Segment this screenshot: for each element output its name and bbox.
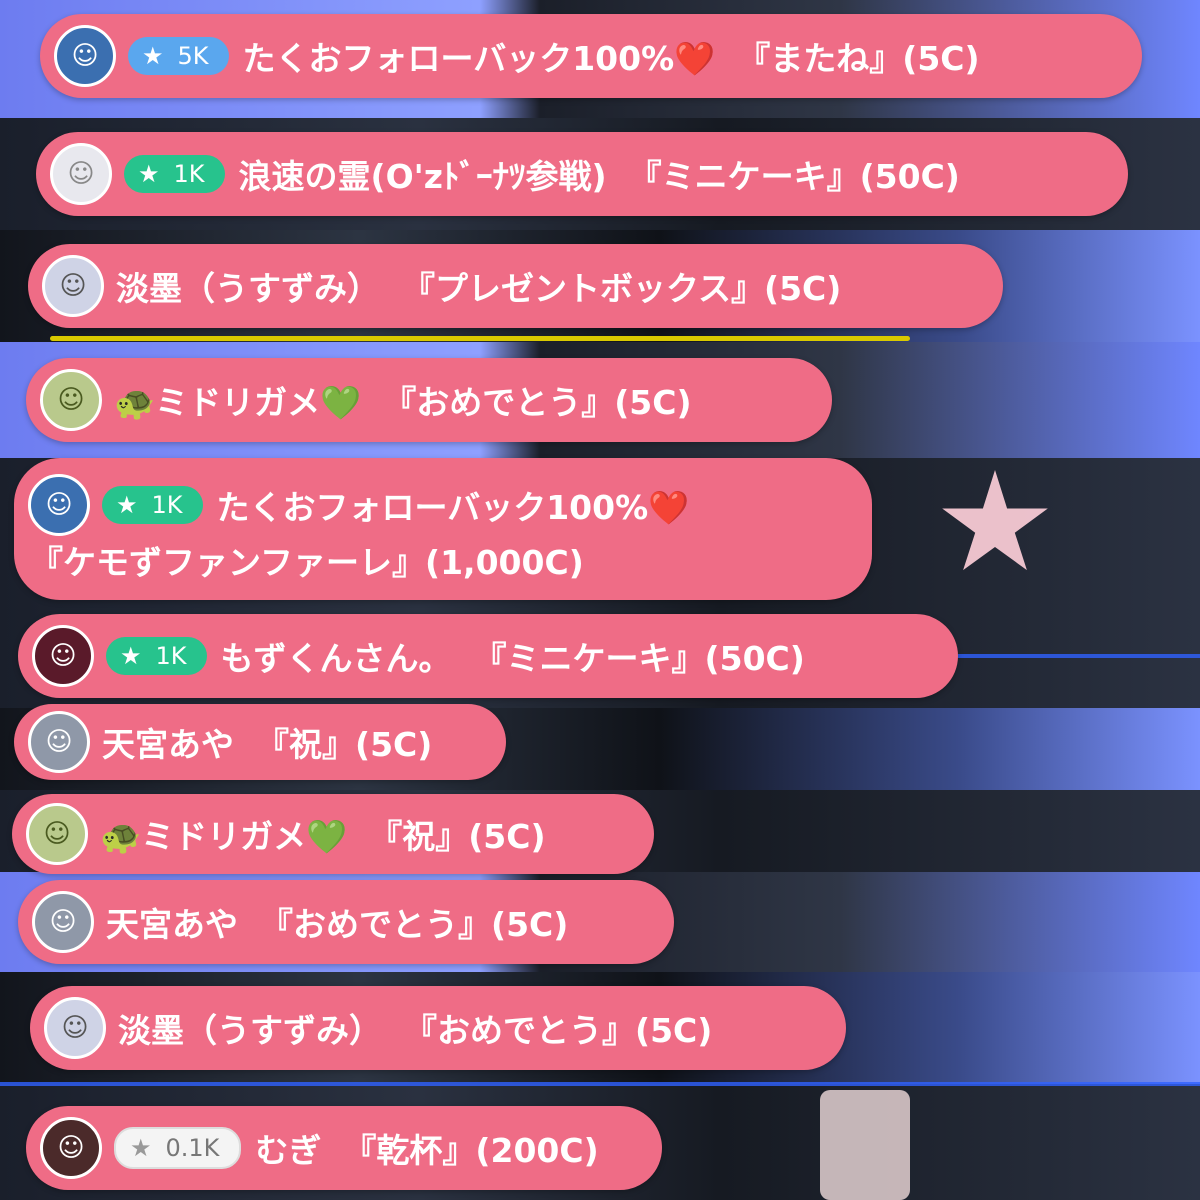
commenter-name: むぎ: [255, 1131, 322, 1170]
commenter-name: もずくんさん。: [220, 639, 452, 678]
commenter-name: 淡墨（うすずみ）: [118, 1011, 382, 1050]
commenter-name: たくおフォローバック100%❤️: [242, 39, 716, 78]
shark-avatar-icon[interactable]: ☺: [32, 625, 94, 687]
dark-hair-girl-avatar-icon[interactable]: ☺: [40, 1117, 102, 1179]
commenter-name: 🐢ミドリガメ💚: [114, 383, 362, 422]
green-hair-avatar-icon[interactable]: ☺: [40, 369, 102, 431]
gray-hair-avatar-icon[interactable]: ☺: [28, 711, 90, 773]
glasses-avatar-icon[interactable]: ☺: [44, 997, 106, 1059]
comment-pill: ☺ ★ 1K もずくんさん。 『ミニケーキ』(50C): [18, 614, 958, 698]
gift-text: 『またね』(5C): [737, 39, 980, 78]
commenter-name: 天宮あや: [102, 725, 234, 764]
comment-pill: ☺ 淡墨（うすずみ） 『プレゼントボックス』(5C): [28, 244, 1003, 328]
gift-text: 『プレゼントボックス』(5C): [402, 269, 842, 308]
comment-pill: ☺ ★ 1K たくおフォローバック100%❤️ 『ケモずファンファーレ』(1,00…: [14, 458, 872, 600]
green-hair-avatar-icon[interactable]: ☺: [26, 803, 88, 865]
fan-level-badge: ★ 1K: [106, 637, 207, 675]
star-icon: ★: [142, 42, 164, 70]
gift-text: 『ケモずファンファーレ』(1,000C): [30, 543, 584, 582]
star-icon: ★: [120, 642, 142, 670]
gift-plate-decoration: [820, 1090, 910, 1200]
comment-pill: ☺ 天宮あや 『祝』(5C): [14, 704, 506, 780]
commenter-name: 淡墨（うすずみ）: [116, 269, 380, 308]
commenter-name: 浪速の霊(O'zﾄﾞｰﾅﾂ参戦): [238, 157, 607, 196]
commenter-name: 天宮あや: [106, 905, 238, 944]
comment-pill: ☺ 淡墨（うすずみ） 『おめでとう』(5C): [30, 986, 846, 1070]
fan-level-badge: ★ 0.1K: [114, 1127, 242, 1169]
glasses-avatar-icon[interactable]: ☺: [42, 255, 104, 317]
yellow-divider: [50, 336, 910, 341]
gray-hair-avatar-icon[interactable]: ☺: [32, 891, 94, 953]
white-hair-girl-avatar-icon[interactable]: ☺: [50, 143, 112, 205]
comment-pill: ☺ 🐢ミドリガメ💚 『祝』(5C): [12, 794, 654, 874]
comment-pill: ☺ ★ 0.1K むぎ 『乾杯』(200C): [26, 1106, 662, 1190]
boy-avatar-icon[interactable]: ☺: [28, 474, 90, 536]
gift-text: 『おめでとう』(5C): [404, 1011, 713, 1050]
gift-text: 『祝』(5C): [256, 725, 433, 764]
star-icon: ★: [138, 160, 160, 188]
fan-level-badge: ★ 1K: [102, 486, 203, 524]
gift-text: 『ミニケーキ』(50C): [473, 639, 805, 678]
star-icon: ★: [130, 1134, 152, 1162]
fan-level-badge: ★ 1K: [124, 155, 225, 193]
comment-pill: ☺ ★ 5K たくおフォローバック100%❤️ 『またね』(5C): [40, 14, 1142, 98]
comment-pill: ☺ ★ 1K 浪速の霊(O'zﾄﾞｰﾅﾂ参戦) 『ミニケーキ』(50C): [36, 132, 1128, 216]
gift-text: 『乾杯』(200C): [343, 1131, 599, 1170]
blue-divider: [0, 1082, 1200, 1086]
gift-text: 『おめでとう』(5C): [383, 383, 692, 422]
gift-text: 『ミニケーキ』(50C): [628, 157, 960, 196]
comment-pill: ☺ 天宮あや 『おめでとう』(5C): [18, 880, 674, 964]
star-icon: ★: [116, 491, 138, 519]
boy-avatar-icon[interactable]: ☺: [54, 25, 116, 87]
gift-text: 『おめでとう』(5C): [260, 905, 569, 944]
comment-pill: ☺ 🐢ミドリガメ💚 『おめでとう』(5C): [26, 358, 832, 442]
commenter-name: たくおフォローバック100%❤️: [216, 488, 690, 527]
gift-text: 『祝』(5C): [369, 817, 546, 856]
commenter-name: 🐢ミドリガメ💚: [100, 817, 348, 856]
blue-divider: [940, 654, 1200, 658]
fan-level-badge: ★ 5K: [128, 37, 229, 75]
